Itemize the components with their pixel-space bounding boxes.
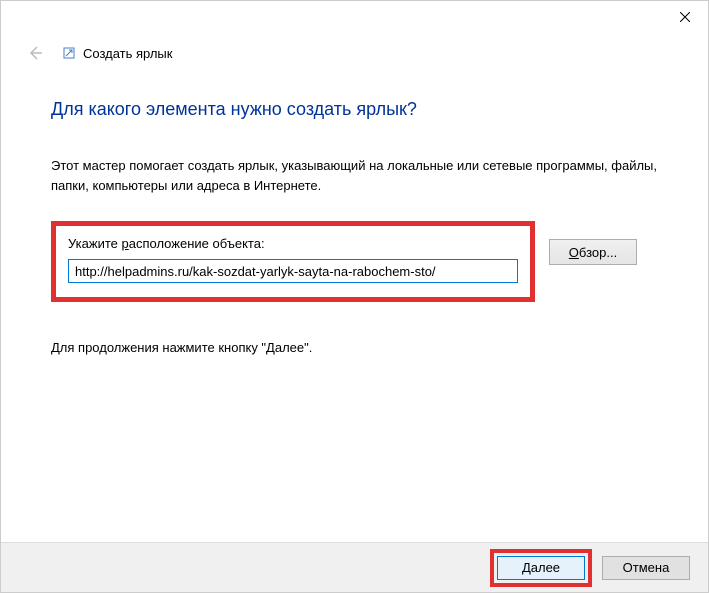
back-button[interactable] bbox=[25, 43, 45, 63]
footer-bar: Далее Отмена bbox=[1, 542, 708, 592]
continue-instruction: Для продолжения нажмите кнопку "Далее". bbox=[51, 340, 658, 355]
arrow-left-icon bbox=[27, 45, 43, 61]
description-text: Этот мастер помогает создать ярлык, указ… bbox=[51, 156, 658, 195]
location-highlight-box: Укажите расположение объекта: bbox=[51, 221, 535, 302]
browse-button[interactable]: Обзор... bbox=[549, 239, 637, 265]
next-text: алее bbox=[531, 560, 560, 575]
next-accel: Д bbox=[522, 560, 531, 575]
location-label-accel: р bbox=[122, 236, 129, 251]
browse-text: бзор... bbox=[579, 245, 617, 260]
cancel-button[interactable]: Отмена bbox=[602, 556, 690, 580]
titlebar bbox=[1, 1, 708, 33]
location-label-post: асположение объекта: bbox=[129, 236, 265, 251]
location-label: Укажите расположение объекта: bbox=[68, 236, 518, 251]
shortcut-icon bbox=[63, 47, 75, 59]
browse-accel: О bbox=[569, 245, 579, 260]
location-label-pre: Укажите bbox=[68, 236, 122, 251]
wizard-title: Создать ярлык bbox=[83, 46, 172, 61]
next-highlight-box: Далее bbox=[490, 549, 592, 587]
content-area: Для какого элемента нужно создать ярлык?… bbox=[1, 63, 708, 355]
next-button[interactable]: Далее bbox=[497, 556, 585, 580]
location-input[interactable] bbox=[68, 259, 518, 283]
page-heading: Для какого элемента нужно создать ярлык? bbox=[51, 99, 658, 120]
close-button[interactable] bbox=[662, 1, 708, 33]
close-icon bbox=[680, 12, 690, 22]
wizard-header: Создать ярлык bbox=[1, 33, 708, 63]
